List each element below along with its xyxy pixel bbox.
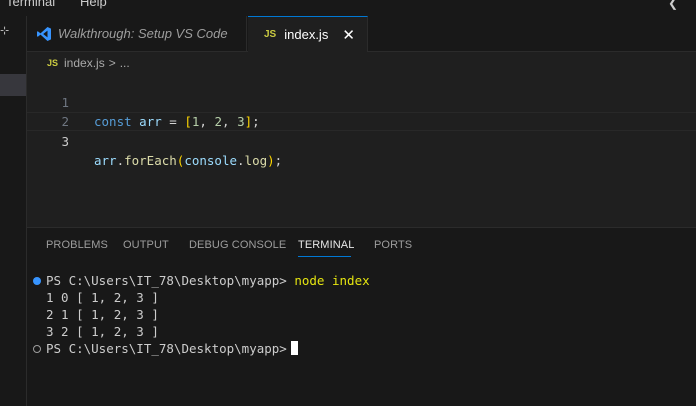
tab-ports[interactable]: PORTS xyxy=(374,239,412,251)
breadcrumb-file[interactable]: index.js xyxy=(64,56,105,70)
js-file-icon: JS xyxy=(47,58,59,68)
code-line-current: 3 arr.forEach(console.log); xyxy=(27,112,696,168)
active-tab-indicator xyxy=(298,256,351,257)
menu-bar: Terminal Help ❮ xyxy=(0,0,696,16)
tab-debug-console[interactable]: DEBUG CONSOLE xyxy=(189,239,286,251)
tab-walkthrough-label: Walkthrough: Setup VS Code xyxy=(58,26,228,41)
terminal-prompt-line: PS C:\Users\IT_78\Desktop\myapp> xyxy=(46,340,298,357)
chevron-right-icon: > xyxy=(108,56,116,70)
breadcrumb: JS index.js > ... xyxy=(47,54,130,72)
menu-item-help[interactable]: Help xyxy=(80,0,107,9)
activity-item-selected[interactable] xyxy=(0,74,26,96)
editor-tab-bar: Walkthrough: Setup VS Code JS index.js ✕ xyxy=(27,16,696,52)
terminal-output-line: 2 1 [ 1, 2, 3 ] xyxy=(46,307,159,322)
terminal-output-line: 3 2 [ 1, 2, 3 ] xyxy=(46,324,159,339)
code-line: 2 xyxy=(27,93,696,129)
activity-item-icon[interactable]: ⊹ xyxy=(0,24,9,37)
vscode-logo-icon xyxy=(37,26,51,41)
terminal-output-line: 1 0 [ 1, 2, 3 ] xyxy=(46,290,159,305)
vscode-window: Terminal Help ❮ ⊹ Walkthrough: Setup VS … xyxy=(0,0,696,406)
code-editor[interactable]: 1 const arr = [1, 2, 3]; 2 3 arr.forEach… xyxy=(27,72,696,227)
line-number: 3 xyxy=(61,134,69,149)
tab-walkthrough[interactable]: Walkthrough: Setup VS Code xyxy=(27,16,247,51)
close-icon[interactable]: ✕ xyxy=(342,26,355,44)
menu-item-terminal[interactable]: Terminal xyxy=(6,0,55,9)
terminal-cursor xyxy=(290,341,298,355)
command-success-icon[interactable] xyxy=(33,277,41,285)
tab-terminal[interactable]: TERMINAL xyxy=(298,239,354,251)
bottom-panel: PROBLEMS OUTPUT DEBUG CONSOLE TERMINAL P… xyxy=(27,227,696,406)
code-text: arr.forEach(console.log); xyxy=(94,153,283,168)
breadcrumb-symbol[interactable]: ... xyxy=(120,56,130,70)
tab-problems[interactable]: PROBLEMS xyxy=(46,239,108,251)
code-line: 1 const arr = [1, 2, 3]; xyxy=(27,74,696,129)
tab-index-js[interactable]: JS index.js ✕ xyxy=(248,16,368,52)
panel-tab-bar: PROBLEMS OUTPUT DEBUG CONSOLE TERMINAL P… xyxy=(27,228,696,261)
terminal-line: PS C:\Users\IT_78\Desktop\myapp> node in… xyxy=(46,273,370,288)
terminal[interactable]: PS C:\Users\IT_78\Desktop\myapp> node in… xyxy=(27,268,696,398)
js-file-icon: JS xyxy=(264,29,277,40)
command-pending-icon[interactable] xyxy=(33,345,41,353)
tab-output[interactable]: OUTPUT xyxy=(123,239,169,251)
tab-index-js-label: index.js xyxy=(284,27,329,42)
activity-bar: ⊹ xyxy=(0,16,27,406)
chevron-left-icon[interactable]: ❮ xyxy=(668,0,678,10)
